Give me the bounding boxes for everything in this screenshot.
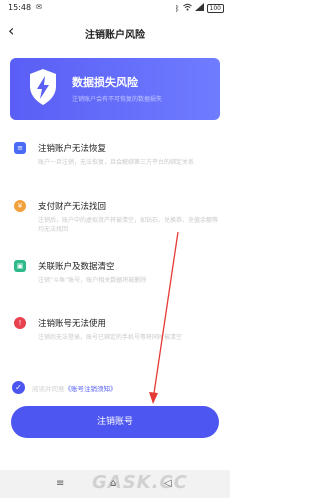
top-navbar: ‹ 注销账户风险	[0, 20, 230, 44]
agreement-text: 阅读并同意《账号注销须知》	[32, 383, 117, 393]
battery-icon: 100	[206, 3, 224, 13]
wifi-icon	[182, 3, 192, 13]
banner-subtitle: 注销账户会有不可恢复的数据损失	[72, 96, 163, 103]
checkbox-checked-icon[interactable]: ✓	[12, 381, 25, 394]
risk-item-desc: 注销后无法登录，账号已绑定的手机号等将同时被清空	[38, 334, 183, 341]
agreement-prefix: 阅读并同意	[32, 385, 65, 393]
document-icon: ≡	[14, 142, 26, 154]
status-right: ᛒ 100	[175, 3, 224, 13]
warning-icon: !	[14, 317, 26, 329]
risk-item-title: 支付财产无法找回	[38, 202, 107, 212]
risk-item-desc: 注销“斗鱼”账号，账户相关数据将被删除	[38, 277, 147, 284]
agreement-row: ✓ 阅读并同意《账号注销须知》	[12, 381, 222, 395]
risk-item-title: 注销账户无法恢复	[38, 144, 107, 154]
bluetooth-icon: ᛒ	[174, 3, 180, 13]
coin-icon: ¥	[14, 200, 26, 212]
signal-icon	[194, 3, 204, 13]
notification-icon: ✉	[36, 3, 42, 11]
menu-icon[interactable]: ≡	[56, 478, 64, 489]
risk-item-title: 注销账号无法使用	[38, 319, 107, 329]
risk-banner: 数据损失风险 注销账户会有不可恢复的数据损失	[10, 58, 220, 120]
status-bar: 15:48 ✉ ᛒ 100	[0, 0, 230, 16]
risk-item-desc: 账户一旦注销，无法恢复，且会解绑第三方平台的绑定关系	[38, 159, 195, 166]
risk-item-desc: 注销后，账户中的虚拟资产将被清空，如钻石、兑换券、充值余额等均无法找回	[38, 217, 219, 233]
watermark: GASK.CC	[92, 472, 188, 493]
status-time: 15:48	[8, 3, 32, 12]
shield-lightning-icon	[28, 68, 58, 110]
page-title: 注销账户风险	[85, 30, 145, 41]
banner-title: 数据损失风险	[72, 76, 138, 89]
agreement-link[interactable]: 《账号注销须知》	[65, 385, 117, 393]
cancel-account-button[interactable]: 注销账号	[11, 406, 219, 438]
contact-card-icon: ▣	[14, 260, 26, 272]
risk-item-title: 关联账户及数据清空	[38, 262, 115, 272]
